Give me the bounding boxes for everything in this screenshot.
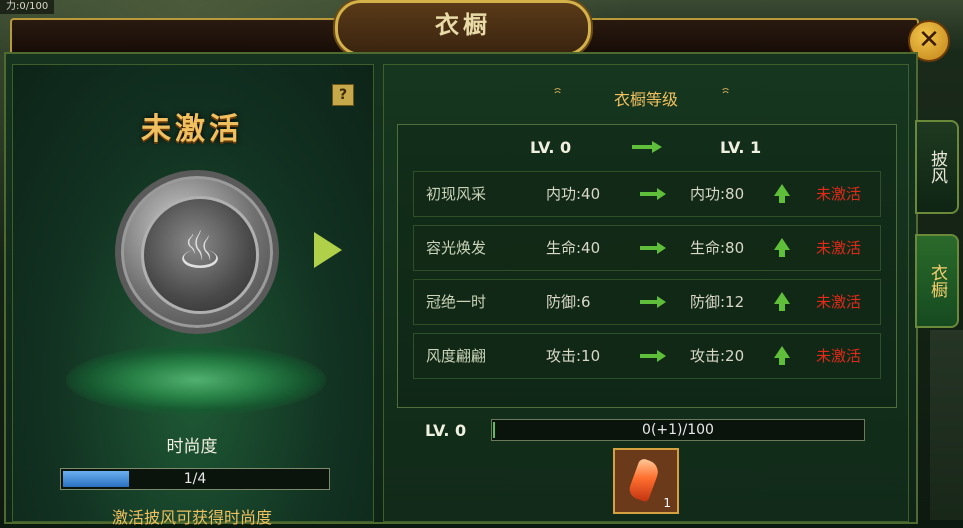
row-current-value: 生命:40 — [546, 239, 601, 257]
table-row: 冠绝一时 防御:6 防御:12 未激活 — [413, 279, 881, 325]
up-arrow-icon — [774, 346, 790, 365]
hint-text: 激活披风可获得时尚度 — [111, 508, 272, 527]
section-title: ꩰ 衣橱等级 ꩰ — [566, 86, 726, 110]
arrow-right-icon — [640, 188, 666, 200]
wardrobe-exp-bar: 0(+1)/100 — [491, 419, 865, 441]
wardrobe-level-label: LV. 0 — [425, 421, 467, 440]
row-status: 未激活 — [816, 239, 862, 257]
row-current-value: 防御:6 — [546, 293, 591, 311]
row-current-value: 攻击:10 — [546, 347, 601, 365]
row-name: 容光焕发 — [426, 239, 487, 257]
tab-wardrobe[interactable]: 衣橱 — [915, 234, 959, 328]
arrow-right-icon — [640, 296, 666, 308]
arrow-right-icon — [640, 242, 666, 254]
row-name: 风度翩翩 — [426, 347, 487, 365]
wardrobe-medal-icon: ♨ — [115, 170, 279, 334]
fashion-progress-text: 1/4 — [183, 471, 207, 487]
glow-ripple — [66, 345, 326, 415]
wardrobe-exp-text: 0(+1)/100 — [642, 422, 714, 438]
table-row: 风度翩翩 攻击:10 攻击:20 未激活 — [413, 333, 881, 379]
row-status: 未激活 — [816, 185, 862, 203]
table-row: 容光焕发 生命:40 生命:80 未激活 — [413, 225, 881, 271]
up-arrow-icon — [774, 292, 790, 311]
arrow-right-icon — [640, 350, 666, 362]
row-next-value: 防御:12 — [690, 293, 745, 311]
top-stat: 力:0/100 — [0, 0, 55, 14]
row-status: 未激活 — [816, 347, 862, 365]
next-arrow-icon[interactable] — [314, 232, 342, 268]
item-count: 1 — [663, 496, 671, 510]
window-title: 衣橱 — [435, 11, 491, 39]
up-arrow-icon — [774, 184, 790, 203]
row-next-value: 攻击:20 — [690, 347, 745, 365]
row-name: 冠绝一时 — [426, 293, 487, 311]
row-name: 初现风采 — [426, 185, 487, 203]
header-arrow-icon — [632, 141, 662, 153]
section-title-text: 衣橱等级 — [613, 90, 678, 109]
row-next-value: 内功:80 — [690, 185, 745, 203]
status-title: 未激活 — [141, 112, 243, 147]
background-side-ui — [930, 330, 963, 520]
up-arrow-icon — [774, 238, 790, 257]
window-title-plaque: 衣橱 — [335, 0, 591, 56]
tab-cloak[interactable]: 披风 — [915, 120, 959, 214]
row-status: 未激活 — [816, 293, 862, 311]
help-button[interactable]: ? — [332, 84, 354, 106]
fashion-gem-icon — [626, 457, 662, 503]
table-row: 初现风采 内功:40 内功:80 未激活 — [413, 171, 881, 217]
medal-inner: ♨ — [141, 196, 259, 314]
row-current-value: 内功:40 — [546, 185, 601, 203]
row-next-value: 生命:80 — [690, 239, 745, 257]
upgrade-item-slot[interactable]: 1 — [613, 448, 679, 514]
header-current-level: LV. 0 — [530, 138, 572, 157]
fashion-progress-bar: 1/4 — [60, 468, 330, 490]
fashion-label: 时尚度 — [166, 437, 218, 457]
flame-emblem-icon: ♨ — [176, 221, 224, 281]
header-next-level: LV. 1 — [720, 138, 762, 157]
